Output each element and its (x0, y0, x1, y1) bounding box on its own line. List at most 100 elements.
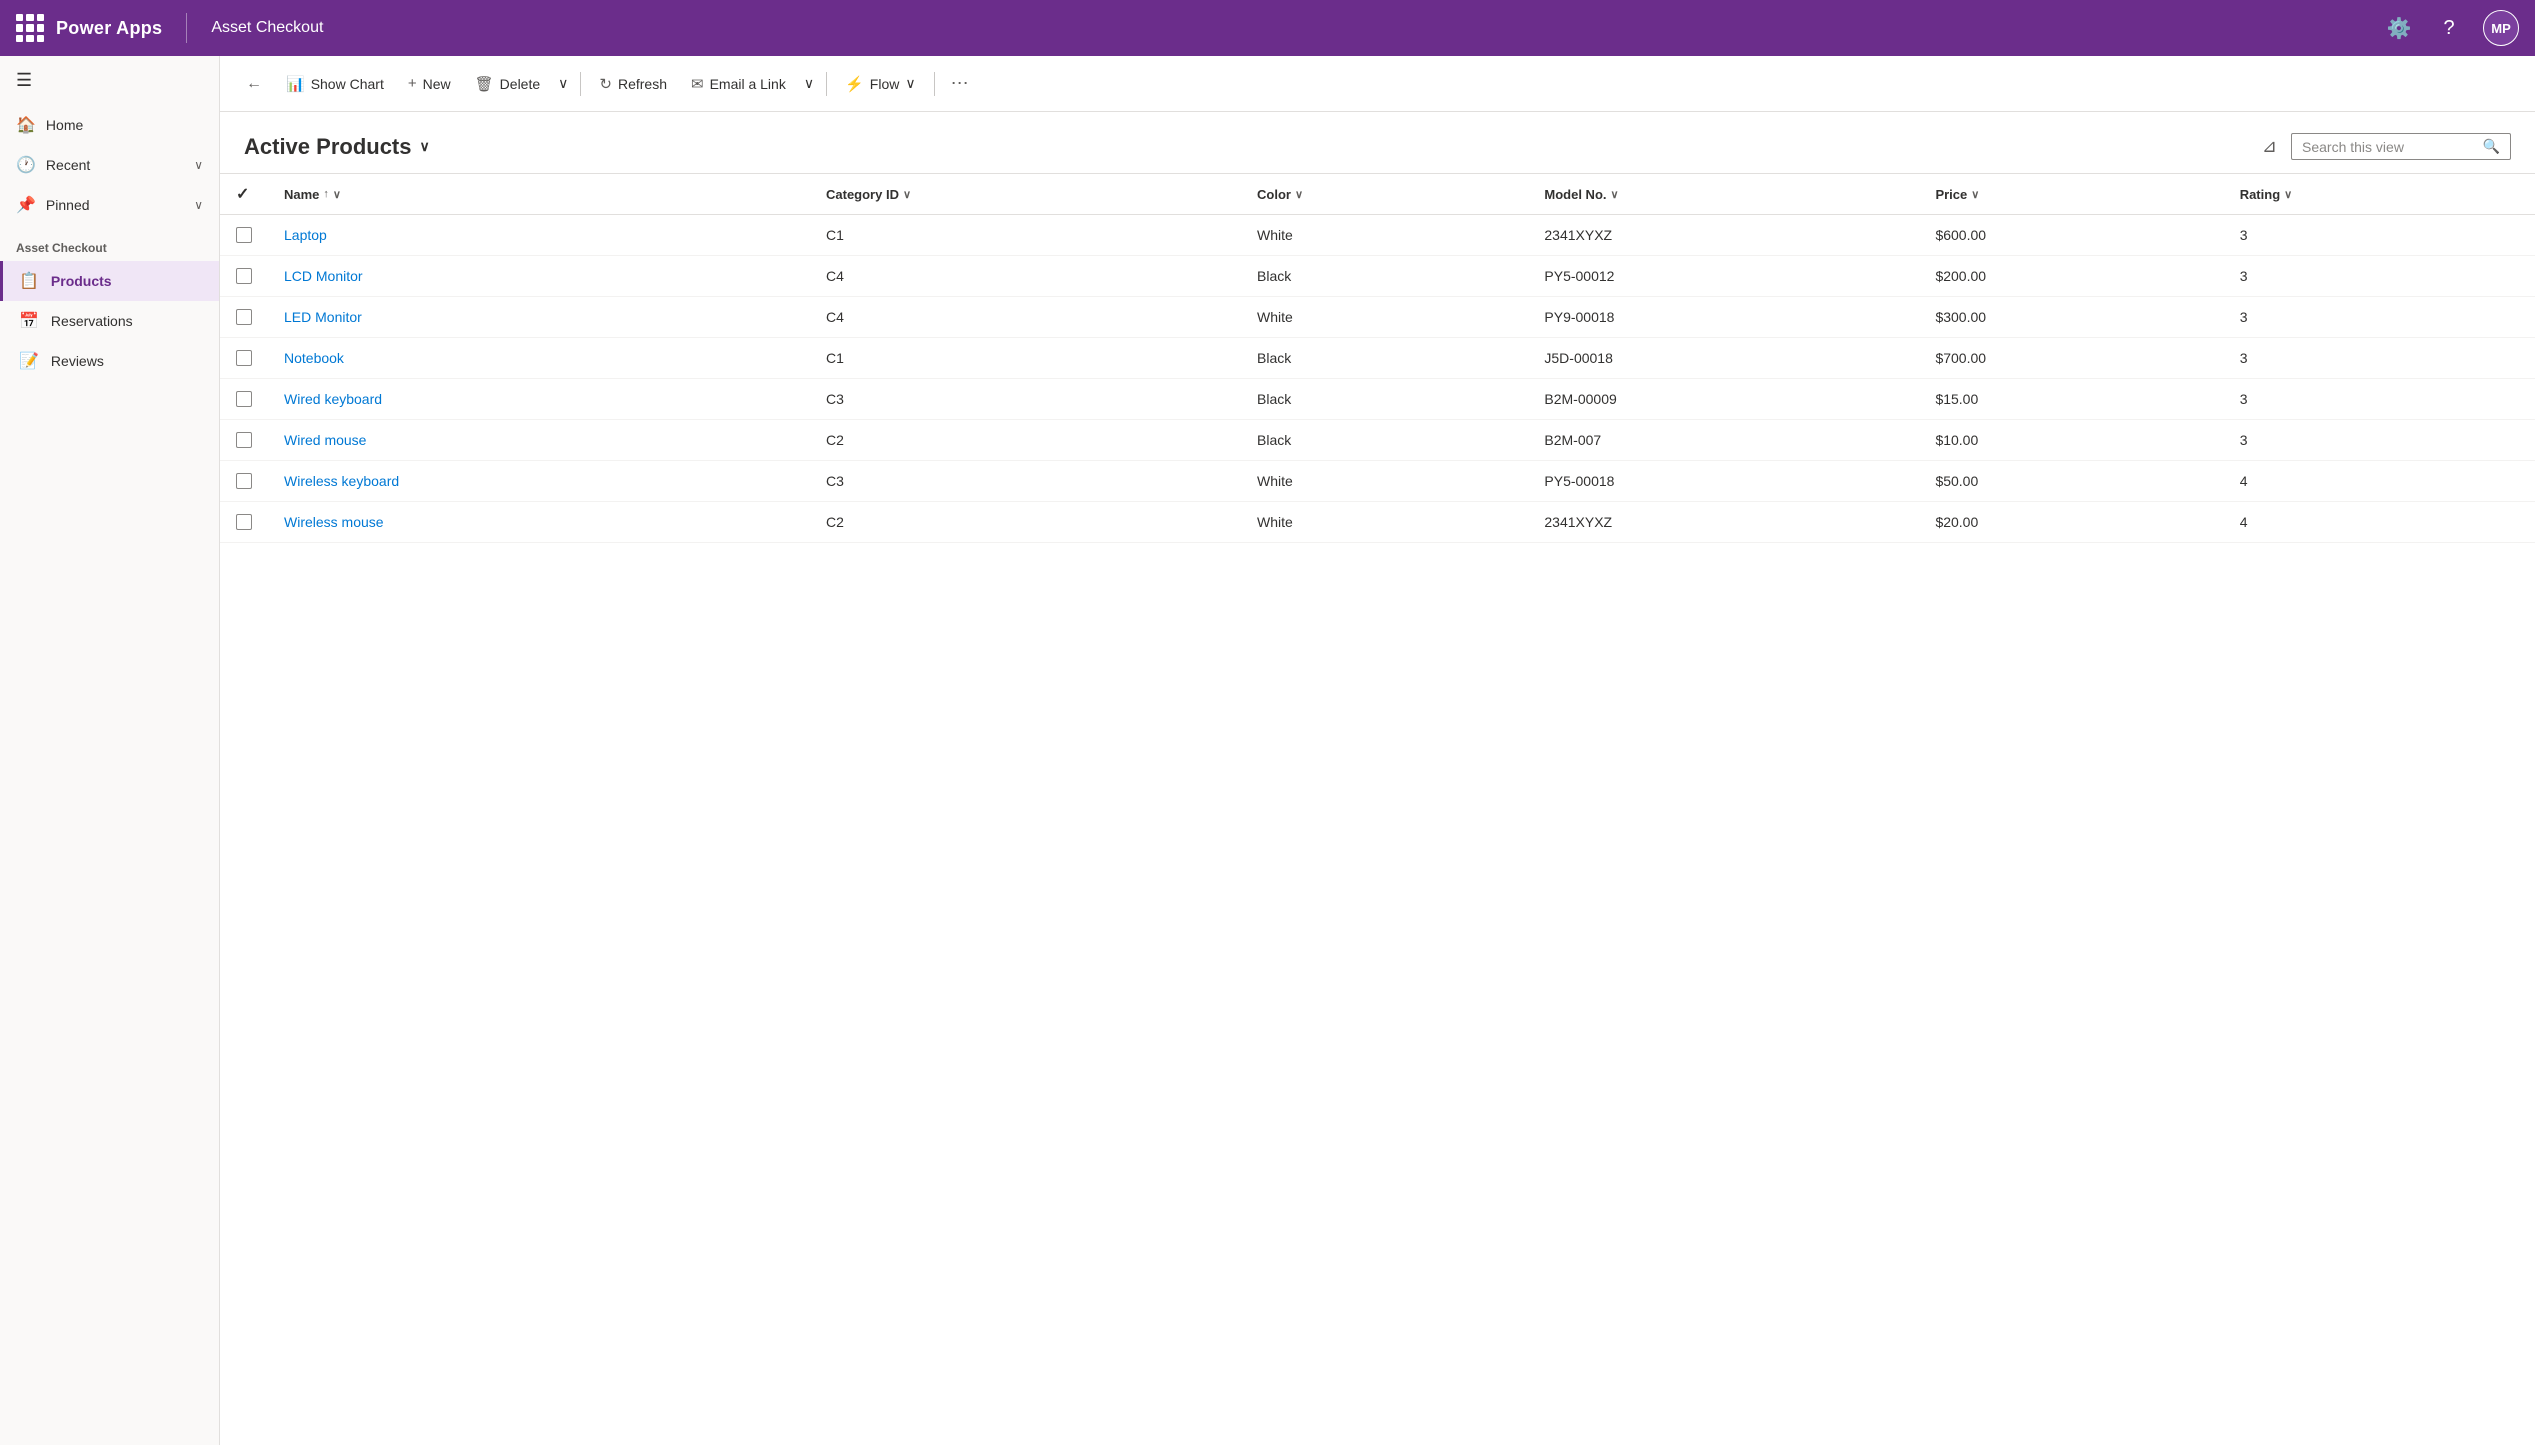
table-row: Wired mouse C2 Black B2M-007 $10.00 3 (220, 420, 2535, 461)
refresh-button[interactable]: ↻ Refresh (589, 69, 677, 99)
row-price-7: $20.00 (1919, 502, 2223, 543)
new-button[interactable]: + New (398, 69, 461, 98)
row-color-0: White (1241, 215, 1528, 256)
delete-chevron-icon: ∨ (558, 75, 568, 92)
row-category-5: C2 (810, 420, 1241, 461)
delete-icon: 🗑 (475, 75, 494, 93)
product-link-0[interactable]: Laptop (284, 227, 327, 243)
flow-chevron-icon: ∨ (905, 75, 915, 92)
row-model-7: 2341XYXZ (1528, 502, 1919, 543)
row-color-3: Black (1241, 338, 1528, 379)
help-icon[interactable]: ? (2433, 12, 2465, 44)
name-sort-asc-icon: ↑ (323, 188, 329, 200)
color-column-header[interactable]: Color ∨ (1241, 174, 1528, 215)
sidebar-item-recent[interactable]: 🕐 Recent ∨ (0, 145, 219, 185)
row-color-4: Black (1241, 379, 1528, 420)
sidebar: ☰ 🏠 Home 🕐 Recent ∨ 📌 Pinned ∨ Asset Che… (0, 56, 220, 1445)
row-select-7[interactable] (236, 514, 252, 530)
product-link-5[interactable]: Wired mouse (284, 432, 366, 448)
header-left: Power Apps Asset Checkout (16, 13, 323, 43)
row-rating-6: 4 (2224, 461, 2535, 502)
pinned-label: Pinned (46, 197, 184, 213)
row-select-2[interactable] (236, 309, 252, 325)
row-model-2: PY9-00018 (1528, 297, 1919, 338)
row-select-0[interactable] (236, 227, 252, 243)
header-right: ⚙️ ? MP (2383, 10, 2519, 46)
sidebar-item-pinned[interactable]: 📌 Pinned ∨ (0, 185, 219, 225)
row-select-6[interactable] (236, 473, 252, 489)
toolbar: ← 📊 Show Chart + New 🗑 Delete ∨ ↻ Refres… (220, 56, 2535, 112)
filter-button[interactable]: ⊿ (2258, 132, 2281, 161)
view-title-chevron-icon: ∨ (420, 138, 430, 155)
sidebar-item-reviews[interactable]: 📝 Reviews (0, 341, 219, 381)
price-sort-icon: ∨ (1971, 188, 1979, 201)
row-rating-3: 3 (2224, 338, 2535, 379)
row-checkbox-3 (220, 338, 268, 379)
more-options-button[interactable]: ⋯ (943, 67, 977, 100)
model-no-column-header[interactable]: Model No. ∨ (1528, 174, 1919, 215)
product-link-1[interactable]: LCD Monitor (284, 268, 363, 284)
rating-column-header[interactable]: Rating ∨ (2224, 174, 2535, 215)
row-rating-7: 4 (2224, 502, 2535, 543)
avatar[interactable]: MP (2483, 10, 2519, 46)
reviews-label: Reviews (51, 353, 104, 369)
row-checkbox-0 (220, 215, 268, 256)
search-input[interactable] (2302, 139, 2475, 155)
row-price-2: $300.00 (1919, 297, 2223, 338)
product-link-6[interactable]: Wireless keyboard (284, 473, 399, 489)
reservations-icon: 📅 (19, 311, 39, 331)
sidebar-section-title: Asset Checkout (0, 225, 219, 261)
back-button[interactable]: ← (236, 69, 272, 99)
row-checkbox-6 (220, 461, 268, 502)
row-price-5: $10.00 (1919, 420, 2223, 461)
name-column-header[interactable]: Name ↑ ∨ (268, 174, 810, 215)
row-name-7: Wireless mouse (268, 502, 810, 543)
row-checkbox-4 (220, 379, 268, 420)
price-column-header[interactable]: Price ∨ (1919, 174, 2223, 215)
row-select-1[interactable] (236, 268, 252, 284)
select-all-column[interactable]: ✓ (220, 174, 268, 215)
product-link-3[interactable]: Notebook (284, 350, 344, 366)
toolbar-divider-3 (934, 72, 935, 96)
rating-sort-icon: ∨ (2284, 188, 2292, 201)
row-model-3: J5D-00018 (1528, 338, 1919, 379)
sidebar-item-products[interactable]: 📋 Products (0, 261, 219, 301)
email-link-button[interactable]: ✉ Email a Link (681, 69, 796, 99)
pinned-icon: 📌 (16, 195, 36, 215)
waffle-icon[interactable] (16, 14, 44, 42)
view-title[interactable]: Active Products ∨ (244, 134, 430, 160)
show-chart-button[interactable]: 📊 Show Chart (276, 69, 394, 99)
row-select-4[interactable] (236, 391, 252, 407)
row-rating-5: 3 (2224, 420, 2535, 461)
main-layout: ☰ 🏠 Home 🕐 Recent ∨ 📌 Pinned ∨ Asset Che… (0, 56, 2535, 1445)
row-model-4: B2M-00009 (1528, 379, 1919, 420)
flow-button[interactable]: ⚡ Flow ∨ (835, 69, 926, 99)
row-model-0: 2341XYXZ (1528, 215, 1919, 256)
content-area: ← 📊 Show Chart + New 🗑 Delete ∨ ↻ Refres… (220, 56, 2535, 1445)
email-chevron-icon: ∨ (804, 75, 814, 92)
email-link-dropdown-button[interactable]: ∨ (800, 69, 818, 98)
row-rating-2: 3 (2224, 297, 2535, 338)
delete-button[interactable]: 🗑 Delete (465, 69, 551, 99)
reservations-label: Reservations (51, 313, 133, 329)
row-select-3[interactable] (236, 350, 252, 366)
table-row: Laptop C1 White 2341XYXZ $600.00 3 (220, 215, 2535, 256)
sidebar-item-home[interactable]: 🏠 Home (0, 105, 219, 145)
row-name-4: Wired keyboard (268, 379, 810, 420)
row-select-5[interactable] (236, 432, 252, 448)
toolbar-divider-2 (826, 72, 827, 96)
sidebar-item-reservations[interactable]: 📅 Reservations (0, 301, 219, 341)
settings-icon[interactable]: ⚙️ (2383, 12, 2415, 44)
row-category-2: C4 (810, 297, 1241, 338)
hamburger-icon[interactable]: ☰ (0, 56, 219, 105)
row-rating-0: 3 (2224, 215, 2535, 256)
table-header-row: ✓ Name ↑ ∨ Category ID (220, 174, 2535, 215)
reviews-icon: 📝 (19, 351, 39, 371)
category-id-column-header[interactable]: Category ID ∨ (810, 174, 1241, 215)
product-link-4[interactable]: Wired keyboard (284, 391, 382, 407)
row-color-1: Black (1241, 256, 1528, 297)
delete-dropdown-button[interactable]: ∨ (554, 69, 572, 98)
product-link-2[interactable]: LED Monitor (284, 309, 362, 325)
product-link-7[interactable]: Wireless mouse (284, 514, 384, 530)
row-name-5: Wired mouse (268, 420, 810, 461)
